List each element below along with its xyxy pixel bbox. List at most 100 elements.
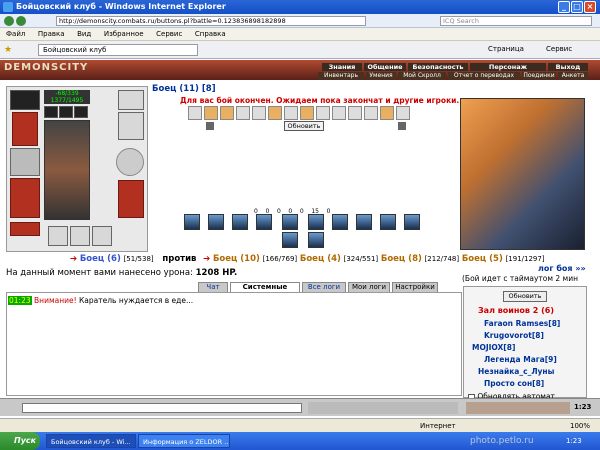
ring-slot-3[interactable] bbox=[74, 106, 88, 118]
fighter-title[interactable]: Боец (11) [8] bbox=[152, 84, 216, 94]
attack-slot-9[interactable] bbox=[316, 106, 330, 120]
attack-slot-7[interactable] bbox=[284, 106, 298, 120]
amulet-slot[interactable] bbox=[12, 112, 38, 146]
right-fighter-2[interactable]: Боец (4) bbox=[300, 254, 341, 264]
nav-skills[interactable]: Умения bbox=[366, 72, 396, 80]
attack-slot-5[interactable] bbox=[252, 106, 266, 120]
close-button[interactable]: × bbox=[584, 1, 596, 13]
spell-slot-2[interactable] bbox=[208, 214, 224, 230]
nav-communication[interactable]: Общение bbox=[364, 63, 406, 71]
spell-slot-1[interactable] bbox=[184, 214, 200, 230]
attack-slot-14[interactable] bbox=[396, 106, 410, 120]
menu-view[interactable]: Вид bbox=[77, 28, 91, 40]
right-fighter-1[interactable]: Боец (10) bbox=[213, 254, 260, 264]
attack-slot-1[interactable] bbox=[188, 106, 202, 120]
tab-battle[interactable]: Бойцовский клуб bbox=[38, 44, 198, 56]
security-zone: Интернет bbox=[420, 422, 456, 430]
maximize-button[interactable]: □ bbox=[571, 1, 583, 13]
spell-slot-7[interactable] bbox=[332, 214, 348, 230]
shield-slot[interactable] bbox=[118, 112, 144, 140]
helmet-slot[interactable] bbox=[10, 90, 40, 110]
minimize-button[interactable]: _ bbox=[558, 1, 570, 13]
versus-line: ➔ Боец (6) [51/538] против ➔ Боец (10) [… bbox=[70, 254, 545, 264]
ring-slot-1[interactable] bbox=[44, 106, 58, 118]
menu-edit[interactable]: Правка bbox=[38, 28, 65, 40]
user-item-1[interactable]: Faraon Ramses[8] bbox=[484, 319, 586, 328]
menu-favorites[interactable]: Избранное bbox=[104, 28, 144, 40]
ring-slot-2[interactable] bbox=[59, 106, 73, 118]
attack-slot-2[interactable] bbox=[204, 106, 218, 120]
nav-character[interactable]: Персонаж bbox=[470, 63, 546, 71]
zoom-level[interactable]: 100% bbox=[570, 422, 590, 430]
chat-input[interactable] bbox=[22, 403, 302, 413]
url-field[interactable]: http://demonscity.combats.ru/buttons.pl?… bbox=[56, 16, 366, 26]
right-fighter-3[interactable]: Боец (8) bbox=[381, 254, 422, 264]
window-title: Бойцовский клуб - Windows Internet Explo… bbox=[16, 2, 226, 11]
search-input[interactable]: ICQ Search bbox=[440, 16, 592, 26]
nav-my-scroll[interactable]: Мой Скролл bbox=[398, 72, 446, 80]
bag-slot-3[interactable] bbox=[92, 226, 112, 246]
bag-slot-1[interactable] bbox=[48, 226, 68, 246]
back-icon[interactable] bbox=[4, 16, 14, 26]
refresh-userlist-button[interactable]: Обновить bbox=[503, 291, 547, 302]
empty-circle-slot[interactable] bbox=[116, 148, 144, 176]
chat-area[interactable] bbox=[6, 292, 462, 396]
spell-slot-3[interactable] bbox=[232, 214, 248, 230]
battle-over-message: Для вас бой окончен. Ожидаем пока законч… bbox=[180, 96, 465, 105]
user-item-4[interactable]: Легенда Мага[9] bbox=[484, 355, 586, 364]
chat-toolbar-icons[interactable] bbox=[308, 402, 458, 414]
gloves-slot[interactable] bbox=[118, 90, 144, 110]
nav-inventory[interactable]: Инвентарь bbox=[318, 72, 364, 80]
nav-fights[interactable]: Поединки bbox=[522, 72, 556, 80]
user-item-5[interactable]: Незнайка_с_Луны bbox=[478, 367, 586, 376]
right-fighter-4[interactable]: Боец (5) bbox=[462, 254, 503, 264]
spell-slot-12[interactable] bbox=[308, 232, 324, 248]
menu-file[interactable]: Файл bbox=[6, 28, 25, 40]
attack-slot-8[interactable] bbox=[300, 106, 314, 120]
spell-slot-6[interactable] bbox=[308, 214, 324, 230]
address-bar-row: http://demonscity.combats.ru/buttons.pl?… bbox=[0, 14, 600, 28]
right-shield-icon bbox=[398, 122, 406, 130]
user-item-6[interactable]: Просто сон[8] bbox=[484, 379, 586, 388]
tools-menu[interactable]: Сервис bbox=[546, 45, 572, 53]
spell-slot-8[interactable] bbox=[356, 214, 372, 230]
battle-log-link[interactable]: лог боя »» bbox=[538, 264, 586, 273]
attack-slot-4[interactable] bbox=[236, 106, 250, 120]
taskbar-item-browser[interactable]: Бойцовский клуб - Wi... bbox=[46, 434, 136, 448]
attack-slot-11[interactable] bbox=[348, 106, 362, 120]
page-menu[interactable]: Страница bbox=[488, 45, 524, 53]
menu-tools[interactable]: Сервис bbox=[156, 28, 182, 40]
nav-exit[interactable]: Выход bbox=[548, 63, 588, 71]
nav-security[interactable]: Безопасность bbox=[408, 63, 468, 71]
spell-slot-4[interactable] bbox=[256, 214, 272, 230]
bag-slot-2[interactable] bbox=[70, 226, 90, 246]
attack-slot-13[interactable] bbox=[380, 106, 394, 120]
stat-7: 0 bbox=[326, 208, 331, 215]
taskbar-item-info[interactable]: Информация о ZELDOR ... bbox=[138, 434, 230, 448]
nav-profile[interactable]: Анкета bbox=[558, 72, 588, 80]
forward-icon[interactable] bbox=[16, 16, 26, 26]
weapon-slot[interactable] bbox=[10, 148, 40, 176]
nav-knowledge[interactable]: Знания bbox=[322, 63, 362, 71]
spell-slot-9[interactable] bbox=[380, 214, 396, 230]
favorites-star-icon[interactable]: ★ bbox=[4, 45, 12, 55]
left-fighter[interactable]: Боец (6) bbox=[80, 254, 121, 264]
start-button[interactable]: Пуск bbox=[0, 432, 40, 450]
tab-title: Бойцовский клуб bbox=[43, 46, 107, 54]
attack-slot-10[interactable] bbox=[332, 106, 346, 120]
game-action-icons[interactable] bbox=[466, 402, 570, 414]
nav-transfer-report[interactable]: Отчет о переводах bbox=[448, 72, 520, 80]
attack-slot-3[interactable] bbox=[220, 106, 234, 120]
spell-slot-10[interactable] bbox=[404, 214, 420, 230]
belt-slot[interactable] bbox=[10, 222, 40, 236]
user-item-3[interactable]: МОJIOX[8] bbox=[472, 343, 586, 352]
armor-slot[interactable] bbox=[10, 178, 40, 218]
attack-slot-6[interactable] bbox=[268, 106, 282, 120]
attack-slot-12[interactable] bbox=[364, 106, 378, 120]
user-item-2[interactable]: Krugovorot[8] bbox=[484, 331, 586, 340]
refresh-battle-button[interactable]: Обновить bbox=[284, 121, 324, 131]
menu-help[interactable]: Справка bbox=[195, 28, 226, 40]
spell-slot-11[interactable] bbox=[282, 232, 298, 248]
boots-slot[interactable] bbox=[118, 180, 144, 218]
spell-slot-5[interactable] bbox=[282, 214, 298, 230]
